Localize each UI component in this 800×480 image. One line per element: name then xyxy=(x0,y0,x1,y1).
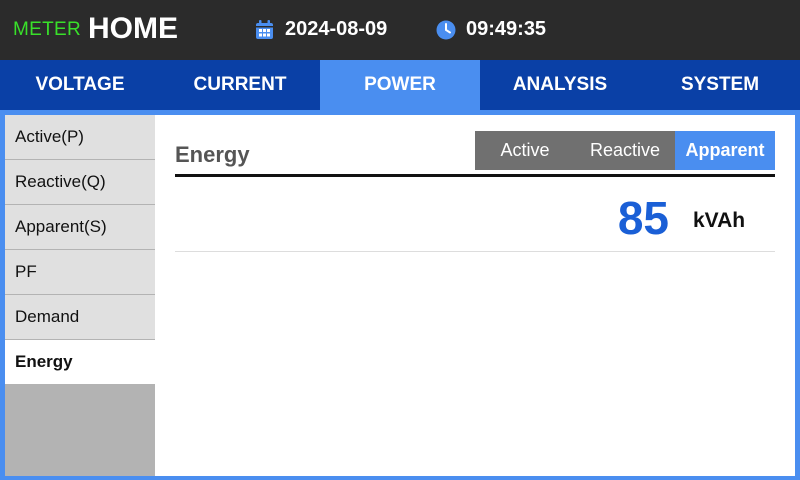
top-header: METER HOME 2024-08-09 09:49:35 xyxy=(0,0,800,60)
energy-value: 85 xyxy=(617,192,669,244)
brand-meter-label: METER xyxy=(13,19,81,40)
energy-unit: kVAh xyxy=(693,209,746,232)
calendar-icon xyxy=(255,20,274,40)
date-display: 2024-08-09 xyxy=(285,18,388,40)
sidebar-item-active[interactable]: Active(P) xyxy=(5,115,155,159)
main-tab-bar: VOLTAGE CURRENT POWER ANALYSIS SYSTEM xyxy=(0,60,800,110)
clock-icon xyxy=(436,20,456,40)
row-divider xyxy=(175,251,775,252)
page-title: Energy xyxy=(175,142,250,167)
sidebar-item-apparent[interactable]: Apparent(S) xyxy=(5,205,155,249)
segment-reactive[interactable]: Reactive xyxy=(575,131,675,170)
brand-home-title: HOME xyxy=(88,12,178,45)
sidebar-item-demand[interactable]: Demand xyxy=(5,295,155,339)
tab-system[interactable]: SYSTEM xyxy=(640,60,800,110)
title-divider xyxy=(175,174,775,177)
tab-analysis[interactable]: ANALYSIS xyxy=(480,60,640,110)
segment-apparent[interactable]: Apparent xyxy=(675,131,775,170)
sidebar-item-pf[interactable]: PF xyxy=(5,250,155,294)
tab-power[interactable]: POWER xyxy=(320,60,480,110)
tab-voltage[interactable]: VOLTAGE xyxy=(0,60,160,110)
segment-active[interactable]: Active xyxy=(475,131,575,170)
time-display: 09:49:35 xyxy=(466,18,547,40)
tab-current[interactable]: CURRENT xyxy=(160,60,320,110)
sidebar-item-reactive[interactable]: Reactive(Q) xyxy=(5,160,155,204)
sidebar: Active(P) Reactive(Q) Apparent(S) PF Dem… xyxy=(5,115,155,476)
sidebar-item-energy[interactable]: Energy xyxy=(5,340,155,384)
energy-panel: Energy Active Reactive Apparent 85 kVAh xyxy=(155,115,795,476)
